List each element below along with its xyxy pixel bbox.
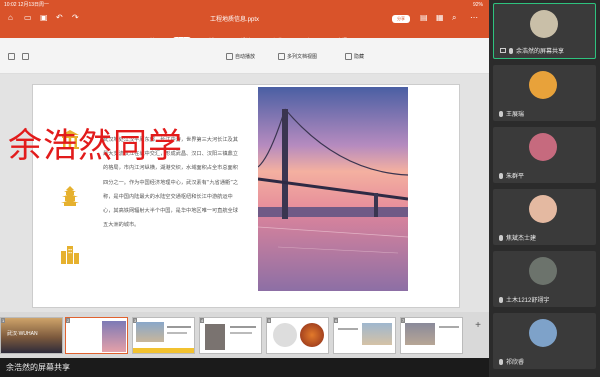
present-icon[interactable]: ▤	[420, 13, 428, 22]
city-icon	[61, 246, 79, 264]
participant-tile[interactable]: 祁欣睿	[493, 313, 596, 369]
undo-icon[interactable]: ↶	[56, 13, 63, 22]
wuhan-bridge-photo[interactable]	[258, 87, 408, 291]
add-slide-button[interactable]: +	[475, 320, 481, 331]
slide-thumbnail[interactable]: 7	[400, 317, 463, 354]
slide-thumbnail[interactable]: 6	[333, 317, 396, 354]
thumbnail-number: 4	[200, 318, 205, 323]
participant-name: 焦斌杰士建	[506, 236, 537, 242]
shared-screen: 10:02 12月13日周一 92% ⌂ ▭ ▣ ↶ ↷ 工程地质信息.pptx…	[0, 0, 489, 377]
participant-panel: 余浩然的屏幕共享王展瑞朱群平焦斌杰士建土木1212舒翊宇 祁欣睿	[489, 0, 600, 377]
document-title: 工程地质信息.pptx	[210, 17, 260, 23]
redo-icon[interactable]: ↷	[72, 13, 79, 22]
slide-thumbnail[interactable]: 2	[65, 317, 128, 354]
view-button[interactable]: 多列文档视图	[278, 53, 317, 60]
ribbon-toolbar: 自动播放 多列文档视图 隐藏	[0, 38, 489, 74]
autoplay-icon	[226, 53, 233, 60]
autoplay-button[interactable]: 自动播放	[226, 53, 255, 60]
pagoda-icon	[61, 186, 79, 206]
participant-name: 余浩然的屏幕共享	[516, 49, 565, 55]
layout-icon[interactable]	[8, 53, 15, 60]
watermark-text: 余浩然同学	[8, 126, 183, 166]
slide-thumbnail-strip: + 1 武汉·WUHAN 2 3 4 5 6 7	[0, 312, 489, 358]
slide-editor[interactable]: 武汉地处江汉平原东部，长江中游，世界第三大河长江及其最大支流汉江在城中交汇，形成…	[0, 74, 489, 312]
avatar	[530, 10, 558, 38]
reader-icon[interactable]: ▦	[436, 13, 444, 22]
participant-name-row: 土木1212舒翊宇	[499, 295, 549, 304]
screen-share-icon	[500, 48, 506, 53]
participant-tile[interactable]: 朱群平	[493, 127, 596, 183]
microphone-icon	[499, 172, 503, 179]
home-icon[interactable]: ⌂	[8, 13, 13, 22]
microphone-icon	[509, 47, 513, 54]
folder-icon[interactable]: ▭	[24, 13, 32, 22]
participant-name: 土木1212舒翊宇	[506, 298, 550, 304]
slide-thumbnail[interactable]: 1 武汉·WUHAN	[0, 317, 63, 354]
participant-name: 祁欣睿	[506, 360, 525, 366]
microphone-icon	[499, 358, 503, 365]
participant-name: 王展瑞	[506, 112, 525, 118]
insert-slide-icon[interactable]	[22, 53, 29, 60]
avatar	[529, 195, 557, 223]
participant-name-row: 祁欣睿	[499, 357, 524, 366]
app-titlebar: ⌂ ▭ ▣ ↶ ↷ 工程地质信息.pptx 分享 ▤ ▦ ⌕ ⋯ 开始幻灯插入设…	[0, 11, 489, 45]
participant-tile[interactable]: 余浩然的屏幕共享	[493, 3, 596, 59]
avatar	[529, 71, 557, 99]
participant-name-row: 王展瑞	[499, 109, 524, 118]
participant-name-row: 余浩然的屏幕共享	[500, 46, 564, 55]
hide-icon	[345, 53, 352, 60]
more-icon[interactable]: ⋯	[470, 13, 478, 22]
participant-tile[interactable]: 土木1212舒翊宇	[493, 251, 596, 307]
search-icon[interactable]: ⌕	[452, 13, 456, 23]
avatar	[529, 319, 557, 347]
participant-name-row: 焦斌杰士建	[499, 233, 536, 242]
participant-name: 朱群平	[506, 174, 525, 180]
participant-tile[interactable]: 王展瑞	[493, 65, 596, 121]
thumbnail-number: 2	[66, 318, 71, 323]
save-icon[interactable]: ▣	[40, 13, 48, 22]
microphone-icon	[499, 110, 503, 117]
participant-tile[interactable]: 焦斌杰士建	[493, 189, 596, 245]
participant-name-row: 朱群平	[499, 171, 524, 180]
microphone-icon	[499, 234, 503, 241]
screen-share-caption: 余浩然的屏幕共享	[0, 358, 489, 377]
slide-thumbnail[interactable]: 4	[199, 317, 262, 354]
hide-button[interactable]: 隐藏	[345, 53, 364, 60]
status-battery: 92%	[472, 2, 483, 8]
status-time: 10:02	[4, 2, 17, 8]
avatar	[529, 257, 557, 285]
avatar	[529, 133, 557, 161]
slide-thumbnail[interactable]: 3	[132, 317, 195, 354]
thumbnail-number: 5	[267, 318, 272, 323]
view-icon	[278, 53, 285, 60]
thumbnail-number: 6	[334, 318, 339, 323]
microphone-icon	[499, 296, 503, 303]
status-date: 12月13日周一	[17, 2, 50, 8]
thumbnail-title: 武汉·WUHAN	[7, 331, 38, 337]
device-status-bar: 10:02 12月13日周一 92%	[0, 0, 489, 11]
thumbnail-number: 1	[1, 318, 6, 323]
slide-thumbnail[interactable]: 5	[266, 317, 329, 354]
share-button[interactable]: 分享	[392, 15, 410, 23]
